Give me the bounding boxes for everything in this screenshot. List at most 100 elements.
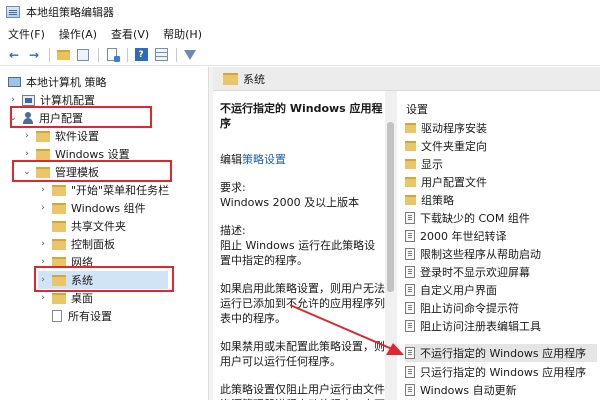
menu-help[interactable]: 帮助(H) <box>163 26 202 42</box>
list-item-label: 显示 <box>421 158 443 171</box>
tree-label: "开始"菜单和任务栏 <box>71 184 170 197</box>
tree-label: 软件设置 <box>55 130 99 143</box>
folder-icon <box>36 130 50 142</box>
toolbar: ← → ? <box>0 44 600 66</box>
chevron-right-icon[interactable]: › <box>22 131 32 141</box>
tree-label: 本地计算机 策略 <box>26 76 107 89</box>
list-item[interactable]: 阻止访问注册表编辑工具 <box>405 317 541 335</box>
folder-icon <box>223 72 238 85</box>
toolbar-separator <box>127 47 128 62</box>
export-list-button[interactable] <box>104 47 120 63</box>
menu-action[interactable]: 操作(A) <box>59 26 97 42</box>
help-button[interactable]: ? <box>133 47 149 63</box>
tree-item-shared-folders[interactable]: 共享文件夹 <box>52 217 126 235</box>
title-bar: 本地组策略编辑器 <box>0 0 600 24</box>
menu-view[interactable]: 查看(V) <box>111 26 149 42</box>
list-item[interactable]: Windows 自动更新 <box>405 381 517 399</box>
list-item[interactable]: 限制这些程序从帮助启动 <box>405 245 541 263</box>
folder-icon <box>52 202 66 214</box>
list-item-label: 限制这些程序从帮助启动 <box>420 248 541 261</box>
policy-setting-icon <box>405 212 415 224</box>
properties-button[interactable] <box>153 47 169 63</box>
tree-item-start-menu[interactable]: › "开始"菜单和任务栏 <box>38 181 169 199</box>
up-folder-button[interactable] <box>55 47 71 63</box>
list-item-label: 下载缺少的 COM 组件 <box>420 212 530 225</box>
chevron-right-icon[interactable]: › <box>38 185 48 195</box>
forward-icon[interactable]: → <box>26 47 42 63</box>
disabled-text: 如果禁用或未配置此策略设置，则用户可以运行任何程序。 <box>220 340 385 368</box>
help-icon: ? <box>134 48 148 61</box>
highlight-system <box>34 266 174 292</box>
list-item[interactable]: 阻止访问命令提示符 <box>405 299 519 317</box>
folder-icon <box>52 220 66 232</box>
chevron-right-icon[interactable]: › <box>38 293 48 303</box>
policy-setting-icon <box>405 366 415 378</box>
back-icon[interactable]: ← <box>6 47 22 63</box>
console-tree: 本地计算机 策略 › 计算机配置 ⌄ 用户配置 › 软件设置 › Windows… <box>0 67 209 400</box>
folder-icon <box>405 159 416 169</box>
tree-label: 桌面 <box>71 292 93 305</box>
window-title: 本地组策略编辑器 <box>26 6 114 19</box>
tree-item-root[interactable]: 本地计算机 策略 <box>8 73 107 91</box>
policy-setting-icon <box>405 302 415 314</box>
folder-icon <box>405 123 416 133</box>
highlight-admin-templates <box>12 160 172 182</box>
list-item[interactable]: 自定义用户界面 <box>405 281 497 299</box>
settings-list: 设置 驱动程序安装 文件夹重定向 显示 用户配置文件 组策略 下载缺少的 COM… <box>397 91 600 400</box>
description-label: 描述: <box>220 224 246 237</box>
requirement-label: 要求: <box>220 181 246 194</box>
description-block: 描述: 阻止 Windows 运行在此策略设置中指定的程序。 <box>220 223 385 268</box>
list-item-label: 阻止访问命令提示符 <box>420 302 519 315</box>
list-item-label: 2000 年世纪转译 <box>420 230 507 243</box>
details-title: 系统 <box>243 72 265 86</box>
policy-setting-icon <box>405 347 415 359</box>
list-item-label: 文件夹重定向 <box>421 140 487 153</box>
policy-setting-icon <box>405 248 415 260</box>
settings-list-icon <box>52 310 62 322</box>
menu-file[interactable]: 文件(F) <box>8 26 45 42</box>
list-item-label: 用户配置文件 <box>421 176 487 189</box>
list-item-label: 自定义用户界面 <box>420 284 497 297</box>
list-item-selected[interactable]: 不运行指定的 Windows 应用程序 <box>405 344 597 362</box>
filter-button[interactable] <box>182 47 198 63</box>
tree-label: 所有设置 <box>68 310 112 323</box>
computer-icon <box>8 77 21 87</box>
folder-icon <box>405 141 416 151</box>
tree-item-windows-components[interactable]: › Windows 组件 <box>38 199 145 217</box>
filter-icon <box>184 49 196 60</box>
list-item[interactable]: 显示 <box>405 155 443 173</box>
folder-icon <box>52 184 66 196</box>
chevron-right-icon[interactable]: › <box>22 149 32 159</box>
toolbar-separator <box>98 47 99 62</box>
edit-prefix: 编辑 <box>220 153 242 166</box>
list-item-label: 登录时不显示欢迎屏幕 <box>420 266 530 279</box>
column-header-setting[interactable]: 设置 <box>406 101 428 117</box>
list-item[interactable]: 登录时不显示欢迎屏幕 <box>405 263 530 281</box>
list-item-label: 不运行指定的 Windows 应用程序 <box>420 347 587 360</box>
list-item[interactable]: 只运行指定的 Windows 应用程序 <box>405 363 586 381</box>
tree-item-all-settings[interactable]: 所有设置 <box>52 307 112 325</box>
chevron-right-icon[interactable]: › <box>38 239 48 249</box>
computer-config-icon <box>22 94 35 106</box>
list-item[interactable]: 下载缺少的 COM 组件 <box>405 209 530 227</box>
more-text: 此策略设置仅阻止用户运行由文件资源管理器进程启动的程序。它不 <box>220 383 385 400</box>
chevron-right-icon[interactable]: › <box>8 95 18 105</box>
list-item[interactable]: 2000 年世纪转译 <box>405 227 507 245</box>
policy-settings-link[interactable]: 策略设置 <box>242 153 286 166</box>
list-item[interactable]: 用户配置文件 <box>405 173 487 191</box>
list-item[interactable]: 驱动程序安装 <box>405 119 487 137</box>
edit-policy-line: 编辑策略设置 <box>220 152 385 167</box>
scrollbar-thumb[interactable] <box>387 122 394 292</box>
list-item[interactable]: 文件夹重定向 <box>405 137 487 155</box>
list-item[interactable]: 组策略 <box>405 191 454 209</box>
folder-icon <box>52 292 66 304</box>
folder-icon <box>36 148 50 160</box>
details-header: 系统 <box>213 67 600 91</box>
list-item-label: Windows 自动更新 <box>420 384 517 397</box>
chevron-right-icon[interactable]: › <box>38 203 48 213</box>
policy-setting-icon <box>405 284 415 296</box>
tree-item-control-panel[interactable]: › 控制面板 <box>38 235 115 253</box>
folder-icon <box>405 195 416 205</box>
tree-item-software-settings[interactable]: › 软件设置 <box>22 127 99 145</box>
show-tree-button[interactable] <box>75 47 91 63</box>
